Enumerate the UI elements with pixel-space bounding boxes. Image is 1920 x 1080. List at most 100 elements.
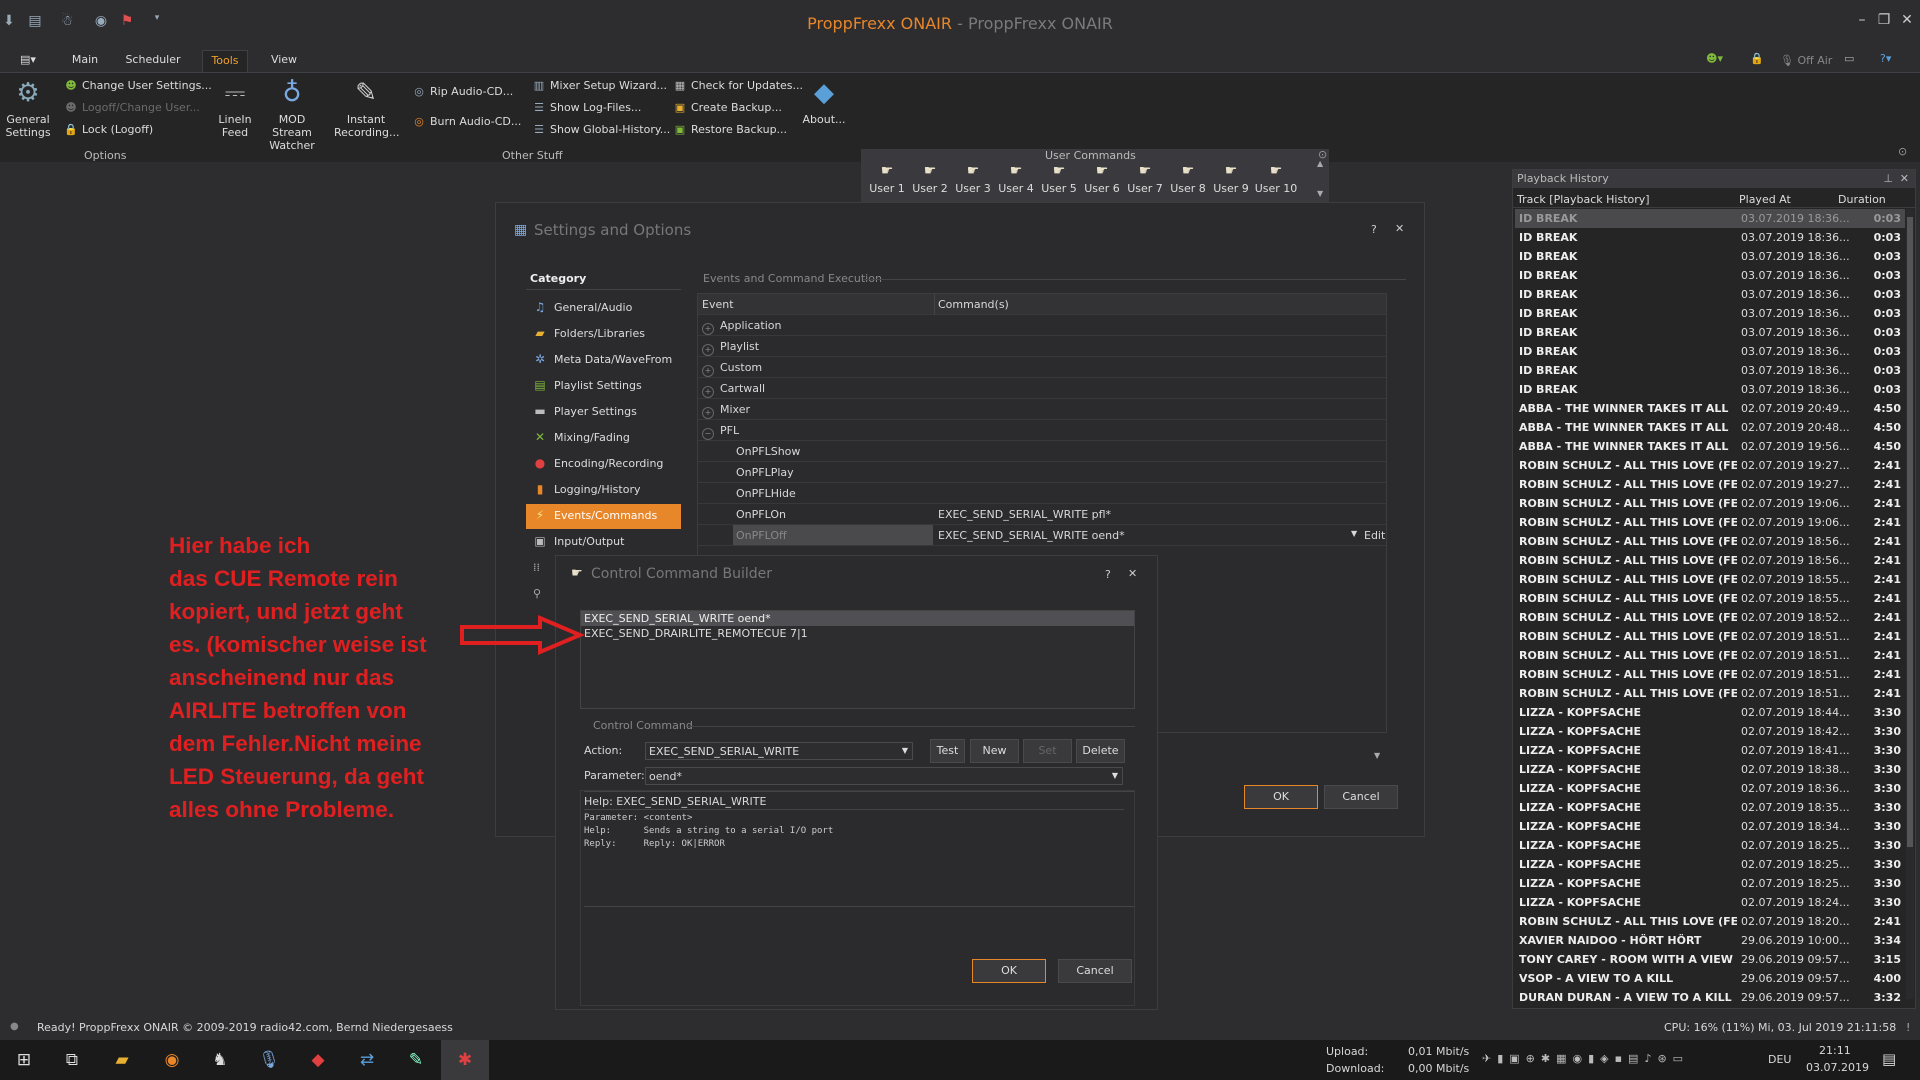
history-row[interactable]: ID BREAK 03.07.2019 18:36... 0:03 <box>1515 361 1905 380</box>
file-explorer-icon[interactable]: ▰ <box>98 1040 146 1080</box>
user-5-button[interactable]: ☛ User 5 <box>1039 163 1079 195</box>
history-row[interactable]: ROBIN SCHULZ - ALL THIS LOVE (FE... 02.07… <box>1515 513 1905 532</box>
history-row[interactable]: DURAN DURAN - A VIEW TO A KILL 29.06.2019… <box>1515 988 1905 1007</box>
col-track[interactable]: Track [Playback History] <box>1517 193 1650 206</box>
history-row[interactable]: LIZZA - KOPFSACHE 02.07.2019 18:35... 3:30 <box>1515 798 1905 817</box>
scrollbar-thumb[interactable] <box>1907 217 1913 847</box>
proppfrexx-taskbar-icon[interactable]: ✱ <box>441 1040 489 1080</box>
test-button[interactable]: Test <box>930 739 965 763</box>
history-row[interactable]: ABBA - THE WINNER TAKES IT ALL 02.07.2019… <box>1515 437 1905 456</box>
mod-stream-watcher-button[interactable]: ♁ MOD Stream Watcher <box>260 77 324 152</box>
pin-icon[interactable]: ⊥ <box>1883 172 1893 185</box>
event-row-onpflshow[interactable]: OnPFLShow <box>698 441 1386 462</box>
tab-view[interactable]: View <box>266 50 302 72</box>
history-row[interactable]: ID BREAK 03.07.2019 18:36... 0:03 <box>1515 380 1905 399</box>
category-mixing-fading[interactable]: ✕ Mixing/Fading <box>526 426 681 451</box>
windows-start-icon[interactable]: ⊞ <box>0 1040 48 1080</box>
history-row[interactable]: LIZZA - KOPFSACHE 02.07.2019 18:34... 3:30 <box>1515 817 1905 836</box>
logoff-change-user-button[interactable]: ☻ Logoff/Change User... <box>64 101 200 114</box>
history-row[interactable]: ROBIN SCHULZ - ALL THIS LOVE (FE... 02.07… <box>1515 494 1905 513</box>
check-updates-button[interactable]: ▦ Check for Updates... <box>673 79 803 92</box>
tab-scheduler[interactable]: Scheduler <box>120 50 186 72</box>
event-group-pfl[interactable]: − PFL <box>698 420 1386 441</box>
history-row[interactable]: ID BREAK 03.07.2019 18:36... 0:03 <box>1515 228 1905 247</box>
task-view-icon[interactable]: ⧉ <box>48 1040 96 1080</box>
builder-ok-button[interactable]: OK <box>972 959 1046 983</box>
action-select[interactable]: EXEC_SEND_SERIAL_WRITE ▼ <box>645 742 913 760</box>
event-group-mixer[interactable]: + Mixer <box>698 399 1386 420</box>
create-backup-button[interactable]: ▣ Create Backup... <box>673 101 782 114</box>
history-row[interactable]: TONY CAREY - ROOM WITH A VIEW 29.06.2019 … <box>1515 950 1905 969</box>
monitor-icon[interactable]: ▭ <box>1844 52 1854 65</box>
event-group-playlist[interactable]: + Playlist <box>698 336 1386 357</box>
scroll-down-icon[interactable]: ▼ <box>1317 189 1323 198</box>
category-meta-data[interactable]: ✲ Meta Data/WaveFrom <box>526 348 681 373</box>
user-10-button[interactable]: ☛ User 10 <box>1254 163 1298 195</box>
close-icon[interactable]: ✕ <box>1900 172 1909 185</box>
edit-button[interactable]: Edit <box>1364 529 1385 542</box>
set-button[interactable]: Set <box>1023 739 1072 763</box>
event-row-onpfloff[interactable]: OnPFLOff EXEC_SEND_SERIAL_WRITE oend* ▼ … <box>698 525 1386 546</box>
history-row[interactable]: ABBA - THE WINNER TAKES IT ALL 02.07.2019… <box>1515 418 1905 437</box>
collapse-ribbon-icon[interactable]: ⊙ <box>1898 145 1907 158</box>
user-4-button[interactable]: ☛ User 4 <box>996 163 1036 195</box>
history-row[interactable]: ID BREAK 03.07.2019 18:36... 0:03 <box>1515 285 1905 304</box>
close-icon[interactable]: ✕ <box>1128 567 1137 580</box>
command-list-item[interactable]: EXEC_SEND_SERIAL_WRITE oend* <box>581 611 1134 626</box>
history-row[interactable]: ROBIN SCHULZ - ALL THIS LOVE (FE... 02.07… <box>1515 912 1905 931</box>
settings-cancel-button[interactable]: Cancel <box>1324 785 1398 809</box>
history-row[interactable]: ID BREAK 03.07.2019 18:36... 0:03 <box>1515 266 1905 285</box>
expand-icon[interactable]: + <box>702 323 714 335</box>
mixer-setup-wizard-button[interactable]: ▥ Mixer Setup Wizard... <box>532 79 667 92</box>
command-list-item[interactable]: EXEC_SEND_DRAIRLITE_REMOTECUE 7|1 <box>581 626 1134 641</box>
delete-button[interactable]: Delete <box>1076 739 1125 763</box>
linein-feed-button[interactable]: ⎓ LineIn Feed <box>214 77 256 139</box>
close-icon[interactable]: ✕ <box>1897 12 1917 28</box>
event-row-onpflon[interactable]: OnPFLOn EXEC_SEND_SERIAL_WRITE pfl* <box>698 504 1386 525</box>
history-row[interactable]: ID BREAK 03.07.2019 18:36... 0:03 <box>1515 209 1905 228</box>
history-row[interactable]: XAVIER NAIDOO - HÖRT HÖRT 29.06.2019 10:0… <box>1515 931 1905 950</box>
col-duration[interactable]: Duration <box>1838 193 1886 206</box>
history-row[interactable]: ROBIN SCHULZ - ALL THIS LOVE (FE... 02.07… <box>1515 456 1905 475</box>
history-row[interactable]: ROBIN SCHULZ - ALL THIS LOVE (FE... 02.07… <box>1515 551 1905 570</box>
burn-audio-cd-button[interactable]: ◎ Burn Audio-CD... <box>412 115 521 128</box>
clock-time[interactable]: 21:11 <box>1819 1044 1851 1057</box>
category-general-audio[interactable]: ♫ General/Audio <box>526 296 681 321</box>
history-row[interactable]: LIZZA - KOPFSACHE 02.07.2019 18:24... 3:30 <box>1515 893 1905 912</box>
history-scrollbar[interactable] <box>1906 209 1914 999</box>
event-command-editor[interactable]: EXEC_SEND_SERIAL_WRITE oend* <box>938 529 1125 542</box>
event-group-application[interactable]: + Application <box>698 315 1386 336</box>
event-row-onpflplay[interactable]: OnPFLPlay <box>698 462 1386 483</box>
parameter-input[interactable]: oend* ▼ <box>645 767 1123 785</box>
history-row[interactable]: ROBIN SCHULZ - ALL THIS LOVE (FE... 02.07… <box>1515 608 1905 627</box>
general-settings-button[interactable]: ⚙ General Settings <box>4 77 52 139</box>
history-row[interactable]: ROBIN SCHULZ - ALL THIS LOVE (FE... 02.07… <box>1515 589 1905 608</box>
history-row[interactable]: ROBIN SCHULZ - ALL THIS LOVE (FE... 02.07… <box>1515 532 1905 551</box>
history-row[interactable]: ID BREAK 03.07.2019 18:36... 0:03 <box>1515 323 1905 342</box>
user-9-button[interactable]: ☛ User 9 <box>1211 163 1251 195</box>
instant-recording-button[interactable]: ✎ Instant Recording... <box>334 77 400 139</box>
teamviewer-icon[interactable]: ⇄ <box>343 1040 391 1080</box>
history-row[interactable]: LIZZA - KOPFSACHE 02.07.2019 18:41... 3:30 <box>1515 741 1905 760</box>
category-player-settings[interactable]: ▬ Player Settings <box>526 400 681 425</box>
history-row[interactable]: ROBIN SCHULZ - ALL THIS LOVE (FE... 02.07… <box>1515 684 1905 703</box>
category-icon-extra-2[interactable]: ⚲ <box>533 587 541 600</box>
col-played-at[interactable]: Played At <box>1739 193 1791 206</box>
history-row[interactable]: ID BREAK 03.07.2019 18:36... 0:03 <box>1515 342 1905 361</box>
clock-date[interactable]: 03.07.2019 <box>1806 1061 1869 1074</box>
history-row[interactable]: LIZZA - KOPFSACHE 02.07.2019 18:25... 3:30 <box>1515 874 1905 893</box>
history-row[interactable]: ABBA - THE WINNER TAKES IT ALL 02.07.2019… <box>1515 399 1905 418</box>
command-list[interactable]: EXEC_SEND_SERIAL_WRITE oend* EXEC_SEND_D… <box>580 610 1135 709</box>
show-global-history-button[interactable]: ☰ Show Global-History... <box>532 123 670 136</box>
notepad-icon[interactable]: ✎ <box>392 1040 440 1080</box>
history-row[interactable]: ID BREAK 03.07.2019 18:36... 0:03 <box>1515 247 1905 266</box>
dropdown-icon[interactable]: ▼ <box>1351 529 1357 538</box>
change-user-button[interactable]: ☻ Change User Settings... <box>64 79 212 92</box>
help-icon[interactable]: ? <box>1105 568 1111 581</box>
history-row[interactable]: ID BREAK 03.07.2019 18:36... 0:03 <box>1515 304 1905 323</box>
about-button[interactable]: ◆ About... <box>800 77 848 126</box>
tab-main[interactable]: Main <box>64 50 106 72</box>
notification-icon[interactable]: ▤ <box>1882 1050 1896 1068</box>
lock-logoff-button[interactable]: 🔒 Lock (Logoff) <box>64 123 153 136</box>
user-7-button[interactable]: ☛ User 7 <box>1125 163 1165 195</box>
